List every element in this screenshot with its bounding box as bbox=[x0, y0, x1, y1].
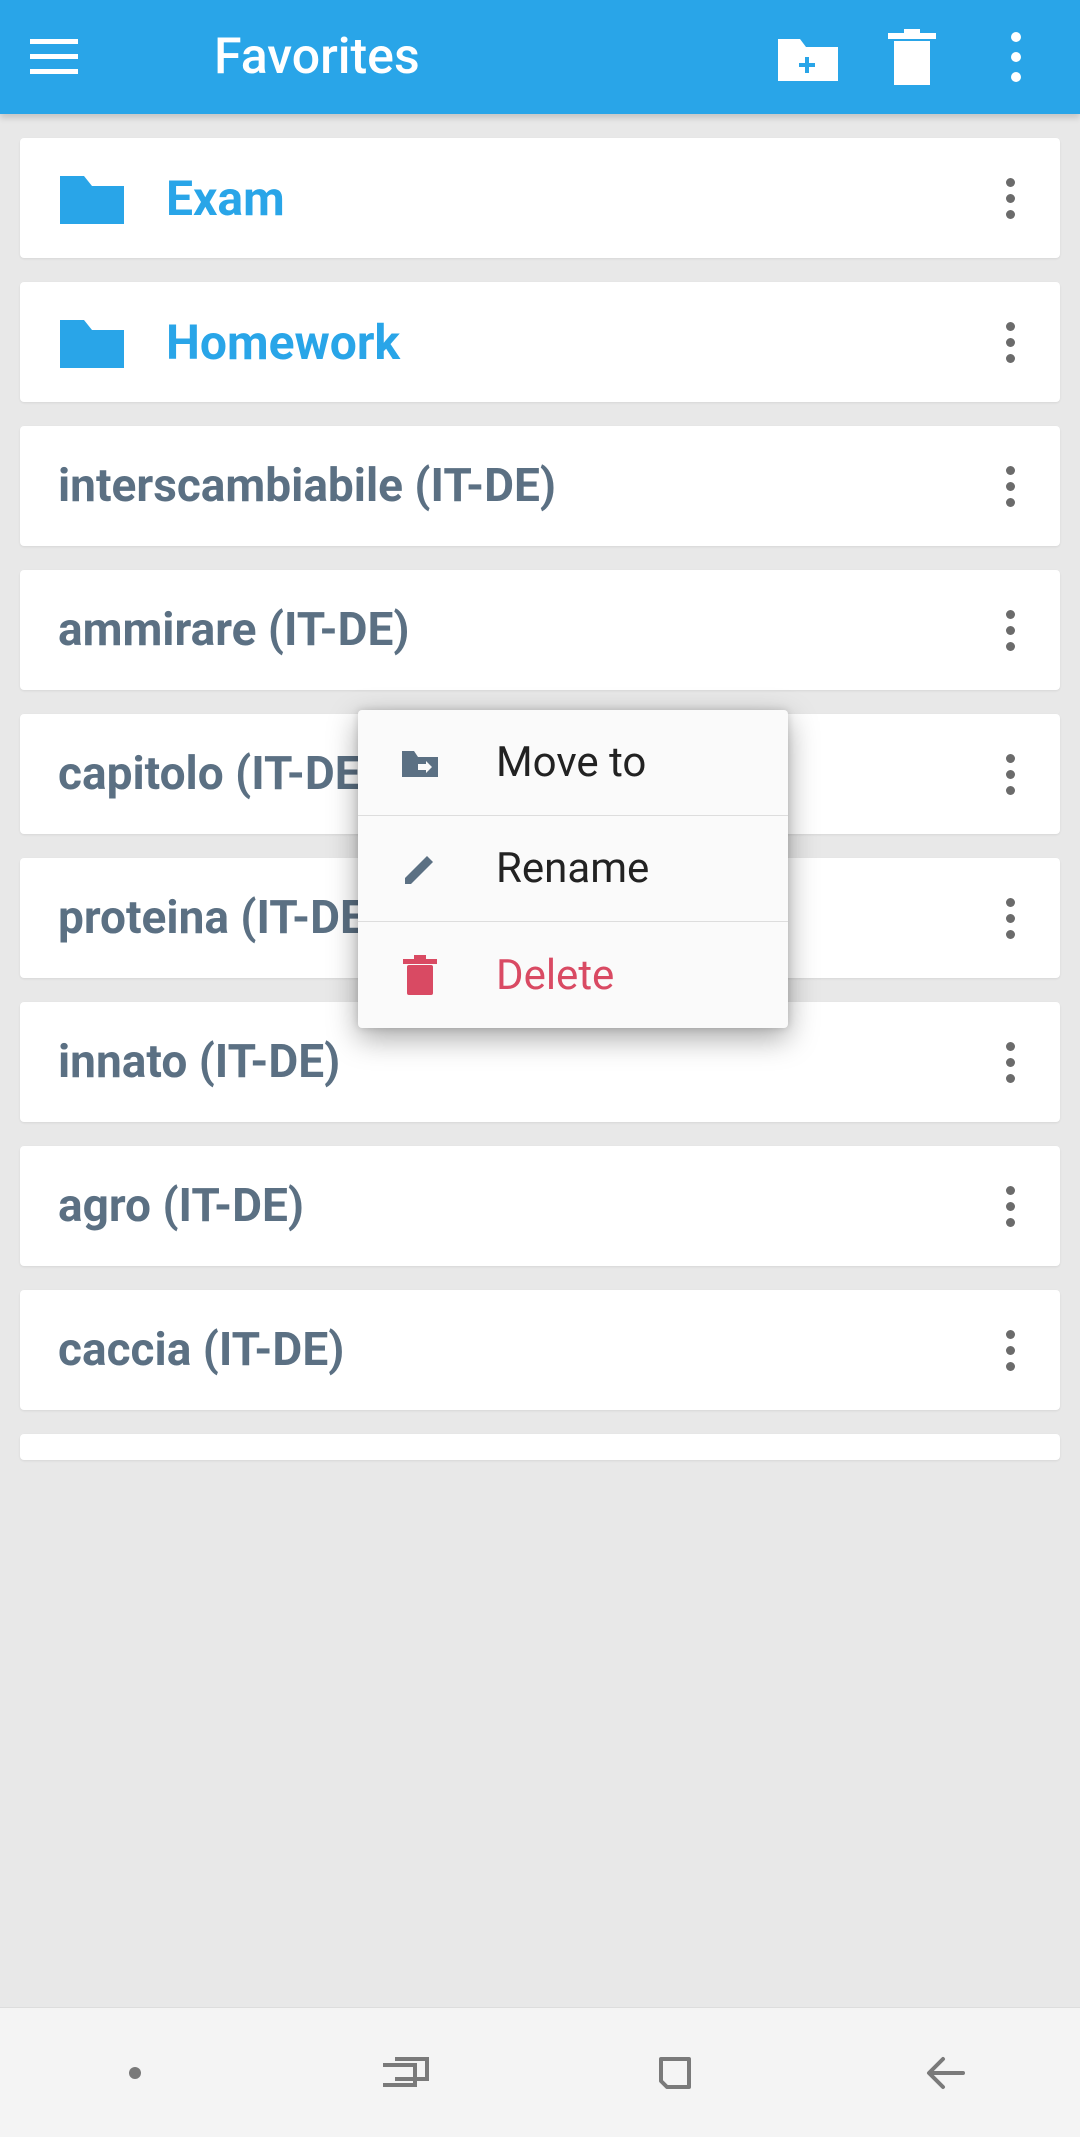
word-row[interactable]: caccia (IT-DE) bbox=[20, 1290, 1060, 1410]
system-nav-bar bbox=[0, 2007, 1080, 2137]
word-row[interactable]: interscambiabile (IT-DE) bbox=[20, 426, 1060, 546]
menu-item-label: Rename bbox=[496, 844, 649, 893]
recent-apps-icon bbox=[379, 2055, 431, 2091]
back-arrow-icon bbox=[923, 2053, 967, 2093]
more-vert-icon bbox=[1006, 898, 1015, 939]
more-vert-icon bbox=[1011, 32, 1021, 82]
folder-icon bbox=[58, 314, 126, 370]
more-vert-icon bbox=[1006, 1042, 1015, 1083]
nav-back-button[interactable] bbox=[905, 2033, 985, 2113]
trash-icon bbox=[888, 29, 936, 85]
dot-icon bbox=[128, 2066, 142, 2080]
row-menu-button[interactable] bbox=[990, 456, 1030, 516]
nav-recent-button[interactable] bbox=[365, 2033, 445, 2113]
folder-label: Homework bbox=[166, 314, 400, 371]
row-menu-button[interactable] bbox=[990, 600, 1030, 660]
word-label: ammirare (IT-DE) bbox=[58, 603, 410, 657]
folder-row[interactable]: Homework bbox=[20, 282, 1060, 402]
menu-item-label: Delete bbox=[496, 951, 614, 1000]
overflow-menu-button[interactable] bbox=[976, 17, 1056, 97]
more-vert-icon bbox=[1006, 610, 1015, 651]
menu-item-delete[interactable]: Delete bbox=[358, 922, 788, 1028]
menu-item-move-to[interactable]: Move to bbox=[358, 710, 788, 816]
page-title: Favorites bbox=[214, 28, 420, 86]
new-folder-icon bbox=[776, 31, 840, 83]
word-row[interactable]: agro (IT-DE) bbox=[20, 1146, 1060, 1266]
row-menu-button[interactable] bbox=[990, 312, 1030, 372]
nav-home-button[interactable] bbox=[635, 2033, 715, 2113]
menu-item-rename[interactable]: Rename bbox=[358, 816, 788, 922]
more-vert-icon bbox=[1006, 178, 1015, 219]
more-vert-icon bbox=[1006, 322, 1015, 363]
context-menu: Move to Rename Delete bbox=[358, 710, 788, 1028]
pencil-icon bbox=[398, 847, 442, 891]
new-folder-button[interactable] bbox=[768, 17, 848, 97]
word-label: proteina (IT-DE) bbox=[58, 891, 382, 945]
folder-label: Exam bbox=[166, 170, 285, 227]
home-icon bbox=[653, 2051, 697, 2095]
row-menu-button[interactable] bbox=[990, 1032, 1030, 1092]
word-row-peek bbox=[20, 1434, 1060, 1460]
word-label: innato (IT-DE) bbox=[58, 1035, 340, 1089]
move-to-icon bbox=[398, 741, 442, 785]
row-menu-button[interactable] bbox=[990, 888, 1030, 948]
word-row[interactable]: ammirare (IT-DE) bbox=[20, 570, 1060, 690]
word-label: agro (IT-DE) bbox=[58, 1179, 304, 1233]
folder-row[interactable]: Exam bbox=[20, 138, 1060, 258]
row-menu-button[interactable] bbox=[990, 744, 1030, 804]
row-menu-button[interactable] bbox=[990, 1176, 1030, 1236]
more-vert-icon bbox=[1006, 754, 1015, 795]
more-vert-icon bbox=[1006, 466, 1015, 507]
folder-icon bbox=[58, 170, 126, 226]
word-label: capitolo (IT-DE) bbox=[58, 747, 377, 801]
more-vert-icon bbox=[1006, 1330, 1015, 1371]
app-bar: Favorites bbox=[0, 0, 1080, 114]
menu-item-label: Move to bbox=[496, 738, 646, 787]
nav-assist-button[interactable] bbox=[95, 2033, 175, 2113]
row-menu-button[interactable] bbox=[990, 168, 1030, 228]
word-label: caccia (IT-DE) bbox=[58, 1323, 344, 1377]
row-menu-button[interactable] bbox=[990, 1320, 1030, 1380]
delete-button[interactable] bbox=[872, 17, 952, 97]
trash-icon bbox=[398, 953, 442, 997]
hamburger-menu-button[interactable] bbox=[24, 27, 84, 87]
word-label: interscambiabile (IT-DE) bbox=[58, 459, 556, 513]
more-vert-icon bbox=[1006, 1186, 1015, 1227]
hamburger-icon bbox=[30, 39, 78, 75]
